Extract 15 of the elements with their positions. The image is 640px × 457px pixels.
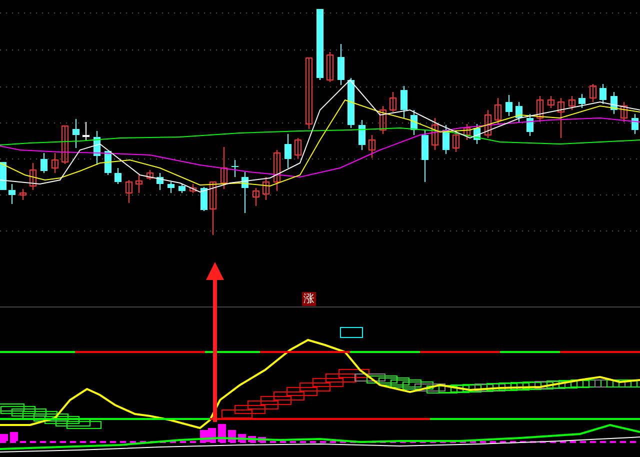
signal-badge: 涨 <box>302 292 316 306</box>
indicator-step-frame <box>338 369 370 378</box>
up-arrow-icon <box>206 262 224 422</box>
indicator-step-frame <box>274 392 304 400</box>
indicator-step-frame <box>286 387 318 396</box>
highlight-frame <box>340 327 363 338</box>
histogram-bar <box>0 434 8 441</box>
indicator-step-frame <box>312 378 344 387</box>
indicator-step-frame <box>260 396 292 405</box>
indicator-step-frame <box>300 382 330 392</box>
indicator-step-frame <box>326 374 356 382</box>
indicator-step-frame <box>248 400 278 410</box>
indicator-step-frame <box>222 410 252 418</box>
histogram-bar <box>10 432 18 441</box>
indicator-step-frame <box>234 405 266 414</box>
